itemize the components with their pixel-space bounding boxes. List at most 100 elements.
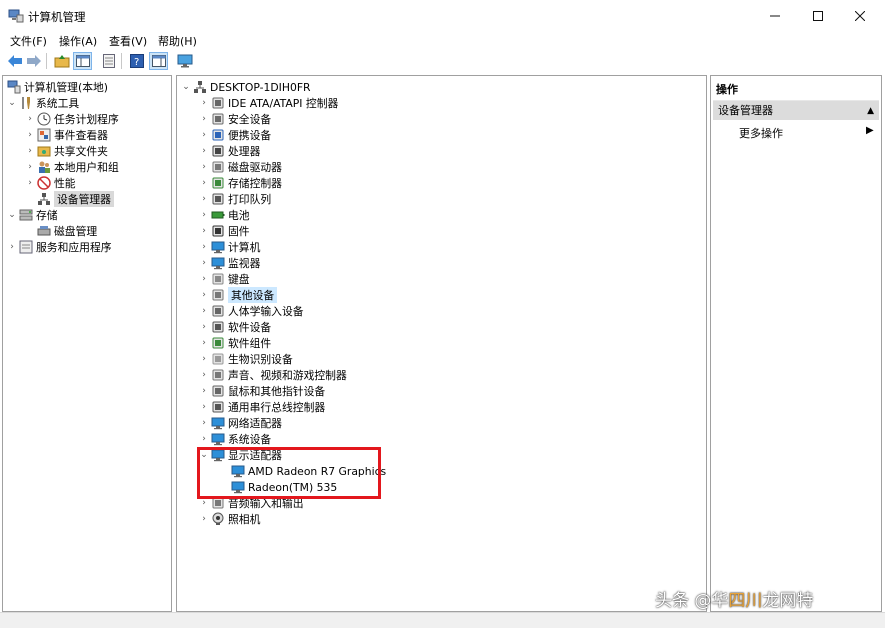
- device-category[interactable]: › 软件组件: [199, 335, 271, 351]
- device-category[interactable]: › 键盘: [199, 271, 250, 287]
- chevron-right-icon[interactable]: ›: [199, 178, 209, 188]
- chevron-right-icon[interactable]: ›: [7, 242, 17, 252]
- chevron-right-icon[interactable]: ›: [199, 370, 209, 380]
- device-category[interactable]: › 处理器: [199, 143, 260, 159]
- chevron-right-icon[interactable]: ›: [25, 178, 35, 188]
- scan-hardware-button[interactable]: [175, 52, 194, 70]
- properties-button[interactable]: [99, 52, 118, 70]
- tree-item-local-users[interactable]: › 本地用户和组: [25, 159, 119, 175]
- chevron-down-icon[interactable]: ⌄: [7, 98, 17, 108]
- tree-label-shared-folders: 共享文件夹: [54, 145, 108, 158]
- actions-section-device-manager[interactable]: 设备管理器 ▲: [713, 100, 879, 120]
- chevron-right-icon[interactable]: ›: [25, 146, 35, 156]
- chevron-right-icon[interactable]: ›: [199, 258, 209, 268]
- back-button[interactable]: [5, 52, 24, 70]
- chevron-right-icon[interactable]: ›: [199, 146, 209, 156]
- chevron-right-icon[interactable]: ›: [199, 338, 209, 348]
- device-category[interactable]: › 安全设备: [199, 111, 271, 127]
- device-category[interactable]: › 打印队列: [199, 191, 271, 207]
- device-category[interactable]: › 磁盘驱动器: [199, 159, 282, 175]
- device-category[interactable]: › 生物识别设备: [199, 351, 293, 367]
- watermark-suffix: 龙网特: [762, 591, 814, 611]
- users-icon: [37, 160, 51, 174]
- menu-help[interactable]: 帮助(H): [158, 33, 197, 49]
- chevron-right-icon[interactable]: ›: [199, 402, 209, 412]
- tree-item-device-manager[interactable]: 设备管理器: [35, 191, 114, 207]
- chevron-right-icon[interactable]: ›: [199, 498, 209, 508]
- device-category[interactable]: › 系统设备: [199, 431, 271, 447]
- chevron-right-icon[interactable]: ›: [199, 210, 209, 220]
- device-category[interactable]: › 软件设备: [199, 319, 271, 335]
- computer-management-icon: [8, 9, 24, 23]
- device-tree-root[interactable]: ⌄ DESKTOP-1DIH0FR: [181, 79, 310, 95]
- device-category[interactable]: › 网络适配器: [199, 415, 282, 431]
- device-category[interactable]: › 存储控制器: [199, 175, 282, 191]
- usb-icon: [211, 400, 225, 414]
- camera-icon: [211, 512, 225, 526]
- more-actions-item[interactable]: 更多操作: [739, 125, 783, 141]
- device-category[interactable]: › 其他设备: [199, 287, 278, 303]
- chevron-down-icon[interactable]: ⌄: [181, 82, 191, 92]
- device-category[interactable]: › 照相机: [199, 511, 260, 527]
- chevron-right-icon[interactable]: ›: [199, 130, 209, 140]
- device-category[interactable]: › 监视器: [199, 255, 260, 271]
- menu-action[interactable]: 操作(A): [59, 33, 97, 49]
- tree-label-local-users: 本地用户和组: [54, 161, 119, 174]
- chevron-right-icon[interactable]: ›: [199, 226, 209, 236]
- chevron-right-icon[interactable]: ›: [25, 114, 35, 124]
- tree-item-storage[interactable]: ⌄ 存储: [7, 207, 57, 223]
- tree-item-performance[interactable]: › 性能: [25, 175, 76, 191]
- tree-item-task-scheduler[interactable]: › 任务计划程序: [25, 111, 119, 127]
- device-category[interactable]: › 人体学输入设备: [199, 303, 303, 319]
- up-folder-icon: [54, 55, 69, 68]
- chevron-right-icon[interactable]: ›: [199, 354, 209, 364]
- tree-item-services-apps[interactable]: › 服务和应用程序: [7, 239, 112, 255]
- submenu-arrow-icon[interactable]: ▶: [866, 125, 874, 136]
- console-tree-button[interactable]: [149, 52, 168, 70]
- chevron-right-icon[interactable]: ›: [199, 386, 209, 396]
- device-label: 键盘: [228, 273, 250, 286]
- device-category[interactable]: › 鼠标和其他指针设备: [199, 383, 325, 399]
- chevron-right-icon[interactable]: ›: [199, 162, 209, 172]
- tree-item-system-tools[interactable]: ⌄ 系统工具: [7, 95, 79, 111]
- chevron-right-icon[interactable]: ›: [199, 322, 209, 332]
- forward-button[interactable]: [24, 52, 43, 70]
- help-button[interactable]: ?: [127, 52, 146, 70]
- collapse-up-icon[interactable]: ▲: [867, 101, 874, 121]
- biometric-icon: [211, 352, 225, 366]
- chevron-right-icon[interactable]: ›: [199, 418, 209, 428]
- more-actions-label: 更多操作: [739, 127, 783, 140]
- menu-view[interactable]: 查看(V): [109, 33, 147, 49]
- up-level-button[interactable]: [52, 52, 71, 70]
- chevron-right-icon[interactable]: ›: [199, 434, 209, 444]
- tree-item-disk-management[interactable]: 磁盘管理: [35, 223, 97, 239]
- chevron-down-icon[interactable]: ⌄: [7, 210, 17, 220]
- device-category[interactable]: › 计算机: [199, 239, 260, 255]
- show-hide-tree-button[interactable]: [73, 52, 92, 70]
- device-category[interactable]: › 固件: [199, 223, 249, 239]
- minimize-button[interactable]: [752, 0, 797, 32]
- device-category[interactable]: › 声音、视频和游戏控制器: [199, 367, 347, 383]
- tree-item-event-viewer[interactable]: › 事件查看器: [25, 127, 108, 143]
- device-category[interactable]: › 通用串行总线控制器: [199, 399, 325, 415]
- chevron-right-icon[interactable]: ›: [199, 306, 209, 316]
- tree-item-root[interactable]: 计算机管理(本地): [5, 79, 108, 95]
- chevron-right-icon[interactable]: ›: [25, 130, 35, 140]
- device-label: 鼠标和其他指针设备: [228, 385, 326, 398]
- close-button[interactable]: [837, 0, 882, 32]
- chevron-right-icon[interactable]: ›: [199, 114, 209, 124]
- device-category[interactable]: › IDE ATA/ATAPI 控制器: [199, 95, 338, 111]
- device-category[interactable]: › 便携设备: [199, 127, 271, 143]
- device-category[interactable]: › 电池: [199, 207, 249, 223]
- chevron-right-icon[interactable]: ›: [199, 514, 209, 524]
- monitor-icon: [177, 54, 192, 68]
- chevron-right-icon[interactable]: ›: [199, 290, 209, 300]
- chevron-right-icon[interactable]: ›: [199, 242, 209, 252]
- chevron-right-icon[interactable]: ›: [199, 274, 209, 284]
- tree-item-shared-folders[interactable]: › 共享文件夹: [25, 143, 108, 159]
- chevron-right-icon[interactable]: ›: [25, 162, 35, 172]
- chevron-right-icon[interactable]: ›: [199, 98, 209, 108]
- maximize-button[interactable]: [795, 0, 840, 32]
- menu-file[interactable]: 文件(F): [10, 33, 47, 49]
- chevron-right-icon[interactable]: ›: [199, 194, 209, 204]
